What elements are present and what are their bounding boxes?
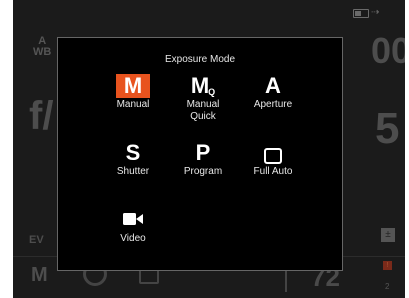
video-camera-glyph [123,213,143,225]
mode-indicator[interactable]: M [31,264,48,287]
top-right-readout: 00 [371,30,405,71]
warning-tag-icon: ! [383,261,392,270]
program-mode-icon: P [195,140,211,165]
mode-label: Aperture [253,99,293,110]
mode-label-line1: Manual [186,99,220,110]
mode-label: Shutter [116,166,150,177]
mode-label: Manual Quick [168,99,238,123]
small-counter: 2 [385,282,390,291]
mode-label: Program [183,166,223,177]
mode-label-line2: Quick [190,111,216,122]
white-balance-indicator: A WB [33,36,51,58]
mq-glyph: M [190,73,210,98]
square-icon [264,148,282,165]
full-auto-mode-icon [256,141,290,165]
mode-label: Full Auto [253,166,293,177]
mode-manual-quick[interactable]: MQ Manual Quick [168,74,238,123]
right-readout: 5 [375,104,400,153]
power-plug-icon: ⇢ [371,7,380,18]
dialog-title: Exposure Mode [164,54,236,65]
exposure-mode-dialog: Exposure Mode M Manual MQ Manual Quick A … [57,37,343,271]
mode-shutter[interactable]: S Shutter [98,141,168,178]
mode-video[interactable]: Video [98,208,168,245]
ev-label: EV [29,234,44,246]
wb-label: WB [33,46,52,58]
camera-screen: ⇢ A WB f/ 00 5 EV ± M 72 ! 2 Exposure Mo… [13,0,405,298]
aperture-readout: f/ [29,94,54,138]
mode-label: Video [120,233,146,244]
mode-program[interactable]: P Program [168,141,238,178]
mq-sub-glyph: Q [208,87,216,97]
mode-aperture[interactable]: A Aperture [238,74,308,111]
exposure-compensation-icon: ± [381,228,395,242]
shutter-mode-icon: S [125,140,141,165]
mode-label: Manual [116,99,150,110]
battery-icon [353,9,369,18]
video-camera-icon [116,208,150,232]
mode-manual[interactable]: M Manual [98,74,168,111]
manual-quick-mode-icon: MQ [186,74,220,98]
manual-mode-icon: M [116,74,150,98]
aperture-mode-icon: A [265,73,281,98]
mode-full-auto[interactable]: Full Auto [238,141,308,178]
